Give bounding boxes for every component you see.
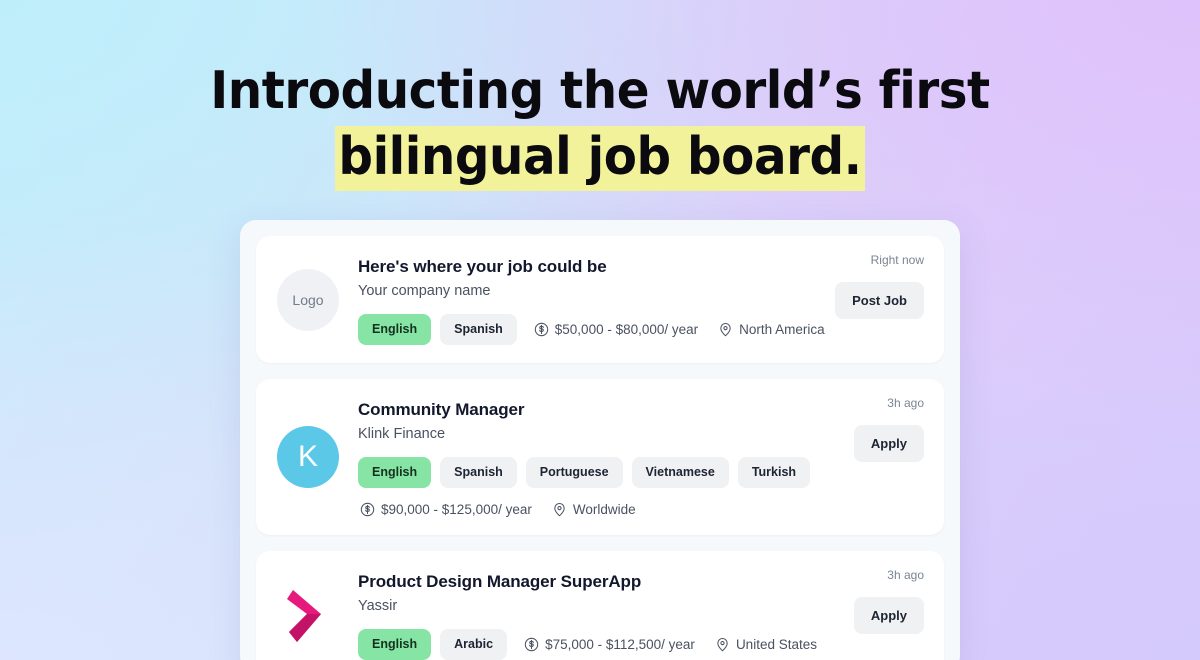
- language-tag[interactable]: English: [358, 314, 432, 345]
- language-tag[interactable]: English: [358, 629, 432, 660]
- salary-text: $50,000 - $80,000/ year: [554, 322, 699, 337]
- language-tag[interactable]: English: [358, 457, 432, 488]
- location-text: North America: [739, 322, 825, 337]
- salary-text: $90,000 - $125,000/ year: [381, 502, 532, 517]
- language-tag[interactable]: Arabic: [440, 629, 508, 660]
- job-card-actions: 3h ago Apply: [804, 567, 924, 634]
- job-location: North America: [718, 322, 825, 337]
- job-meta-row: $50,000 - $80,000/ year North America: [534, 322, 825, 337]
- headline-line-2: bilingual job board.: [42, 124, 1158, 191]
- headline-highlight: bilingual job board.: [334, 126, 866, 191]
- headline-line-1: Introducting the world’s first: [210, 61, 990, 121]
- job-card[interactable]: Product Design Manager SuperApp Yassir Eng…: [256, 551, 944, 660]
- salary-text: $75,000 - $112,500/ year: [545, 637, 695, 652]
- map-pin-icon: [720, 323, 731, 337]
- language-tag[interactable]: Spanish: [440, 314, 517, 345]
- location-text: United States: [735, 637, 817, 652]
- job-card[interactable]: K Community Manager Klink Finance English Sp…: [256, 379, 944, 535]
- job-timestamp: Right now: [870, 253, 924, 267]
- job-location: Worldwide: [552, 502, 636, 517]
- job-list: Logo Here's where your job could be Your c…: [256, 236, 944, 660]
- job-board-panel: Logo Here's where your job could be Your c…: [240, 220, 960, 660]
- job-timestamp: 3h ago: [887, 568, 924, 582]
- logo-placeholder: Logo: [277, 268, 339, 331]
- job-meta-row: $75,000 - $112,500/ year United States: [524, 637, 817, 652]
- language-tag[interactable]: Vietnamese: [631, 457, 729, 488]
- dollar-circle-icon: [534, 322, 548, 337]
- dollar-circle-icon: [524, 637, 539, 652]
- dollar-circle-icon: [360, 502, 375, 517]
- job-location: United States: [715, 637, 817, 652]
- language-tag[interactable]: Spanish: [440, 457, 517, 488]
- map-pin-icon: [554, 503, 565, 517]
- job-timestamp: 3h ago: [887, 396, 924, 410]
- job-card-actions: 3h ago Apply: [804, 395, 924, 462]
- job-logo: K: [276, 426, 340, 488]
- apply-button[interactable]: Apply: [853, 597, 924, 634]
- location-text: Worldwide: [572, 502, 636, 517]
- page-title: Introducting the world’s first bilingual…: [42, 58, 1158, 191]
- page-root: Introducting the world’s first bilingual…: [0, 0, 1200, 660]
- job-card[interactable]: Logo Here's where your job could be Your c…: [256, 236, 944, 363]
- salary-range: $75,000 - $112,500/ year: [524, 637, 695, 652]
- language-tag[interactable]: Turkish: [737, 457, 811, 488]
- apply-button[interactable]: Apply: [853, 425, 924, 462]
- job-logo: Logo: [276, 268, 340, 331]
- salary-range: $50,000 - $80,000/ year: [534, 322, 698, 337]
- post-job-button[interactable]: Post Job: [835, 282, 924, 319]
- company-avatar: K: [277, 426, 339, 488]
- job-logo: [276, 584, 340, 646]
- job-meta-row: $90,000 - $125,000/ year Worldwide: [360, 502, 924, 517]
- yassir-chevron-logo: [287, 589, 321, 642]
- map-pin-icon: [717, 638, 728, 652]
- salary-range: $90,000 - $125,000/ year: [360, 502, 532, 517]
- job-card-actions: Right now Post Job: [804, 252, 924, 319]
- language-tag[interactable]: Portuguese: [525, 457, 623, 488]
